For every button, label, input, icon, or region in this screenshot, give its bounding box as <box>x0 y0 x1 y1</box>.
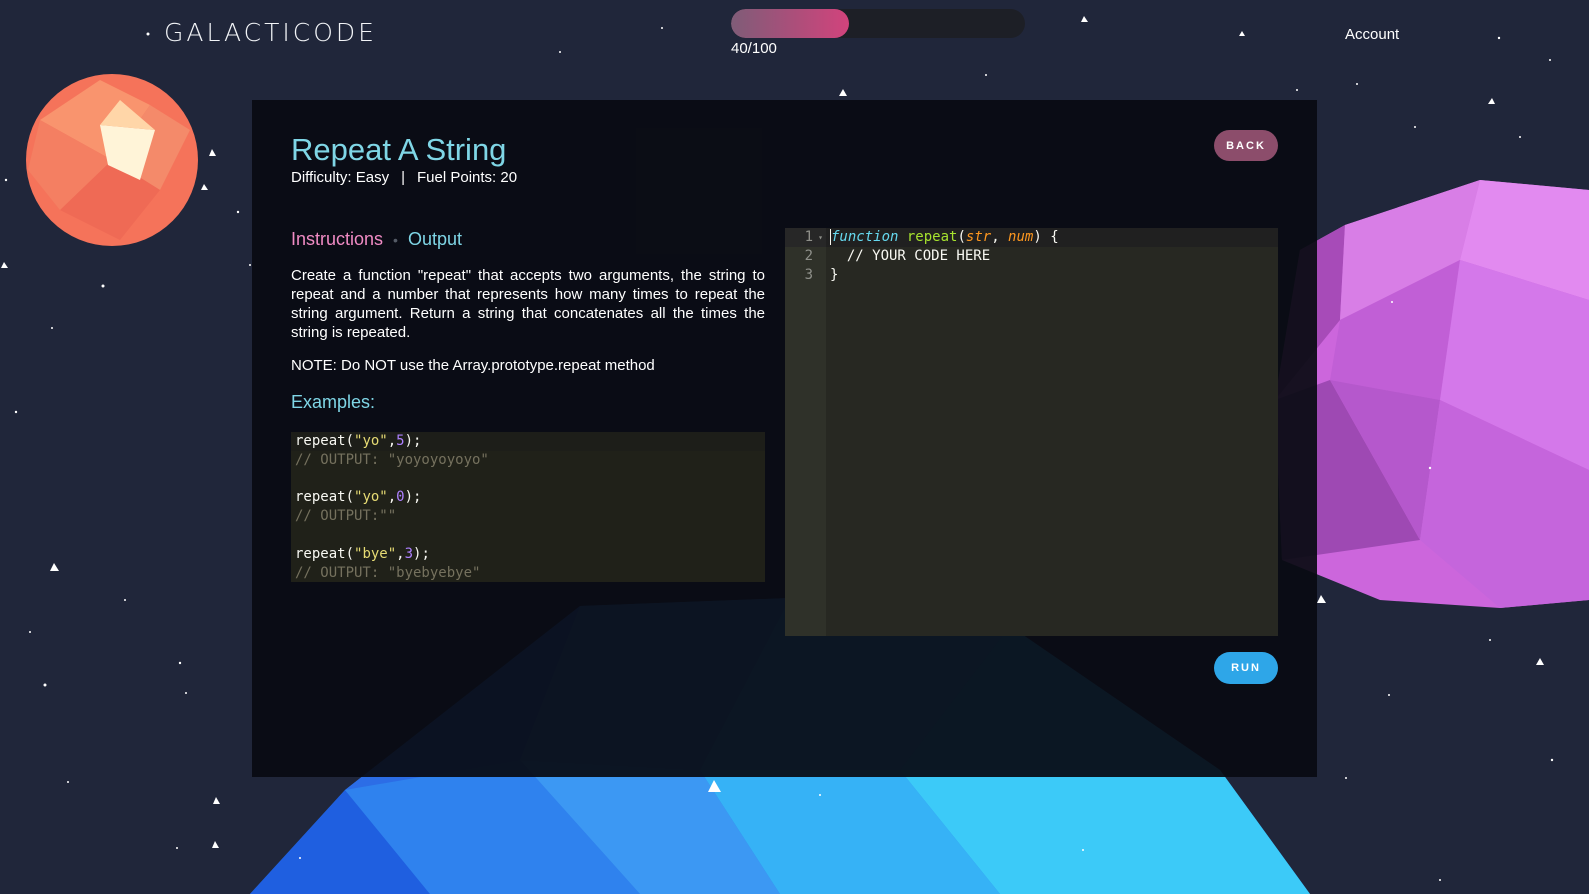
run-button[interactable]: RUN <box>1214 652 1278 684</box>
line-number: 1 ▾ <box>785 228 826 247</box>
galacticode-logo[interactable]: GALACTICODE <box>164 18 377 47</box>
example-output-line: // OUTPUT: "yoyoyoyoyo" <box>291 450 765 470</box>
examples-heading: Examples: <box>291 392 376 412</box>
fuel-progress-bar <box>731 9 1025 38</box>
example-blank-line <box>291 469 765 489</box>
instructions-text: Create a function "repeat" that accepts … <box>291 267 765 341</box>
line-number: 3 <box>804 267 813 283</box>
tab-instructions[interactable]: Instructions <box>291 229 383 251</box>
editor-gutter: 1 ▾ 2 3 <box>785 228 826 636</box>
tab-output[interactable]: Output <box>408 229 462 251</box>
line-number: 2 <box>804 248 813 264</box>
example-blank-line <box>291 525 765 545</box>
fuel-points-label: Fuel Points: 20 <box>417 169 518 186</box>
example-call-line: repeat("yo",5); <box>291 432 765 451</box>
code-line[interactable]: } <box>826 266 1278 285</box>
purple-planet-illustration <box>1275 180 1589 608</box>
tab-divider-dot: • <box>393 232 398 248</box>
meta-separator: | <box>401 169 405 186</box>
account-link[interactable]: Account <box>1345 26 1399 43</box>
examples-code-block: repeat("yo",5); // OUTPUT: "yoyoyoyoyo" … <box>291 432 765 583</box>
challenge-title: Repeat A String <box>291 132 507 167</box>
difficulty-label: Difficulty: Easy <box>291 169 390 186</box>
example-call-line: repeat("yo",0); <box>291 488 765 508</box>
code-line[interactable]: function repeat(str, num) { <box>826 228 1278 247</box>
code-editor[interactable]: 1 ▾ 2 3 function repeat(str, num) { // YO… <box>785 228 1278 636</box>
fold-arrow-icon[interactable]: ▾ <box>818 228 823 247</box>
back-button[interactable]: BACK <box>1214 130 1278 161</box>
example-call-line: repeat("bye",3); <box>291 544 765 564</box>
instructions-note: NOTE: Do NOT use the Array.prototype.rep… <box>291 357 655 374</box>
example-output-line: // OUTPUT:"" <box>291 507 765 526</box>
code-line[interactable]: // YOUR CODE HERE <box>826 247 1278 266</box>
editor-code-area[interactable]: function repeat(str, num) { // YOUR CODE… <box>826 228 1278 285</box>
fuel-progress-fill <box>731 9 849 38</box>
example-output-line: // OUTPUT: "byebyebye" <box>291 563 765 583</box>
fuel-progress-label: 40/100 <box>731 40 777 57</box>
challenge-meta: Difficulty: Easy | Fuel Points: 20 <box>291 169 517 186</box>
challenge-panel: Repeat A String Difficulty: Easy | Fuel Po… <box>252 100 1317 777</box>
orange-planet-illustration <box>26 74 198 246</box>
challenge-tabs: Instructions • Output <box>291 229 462 251</box>
